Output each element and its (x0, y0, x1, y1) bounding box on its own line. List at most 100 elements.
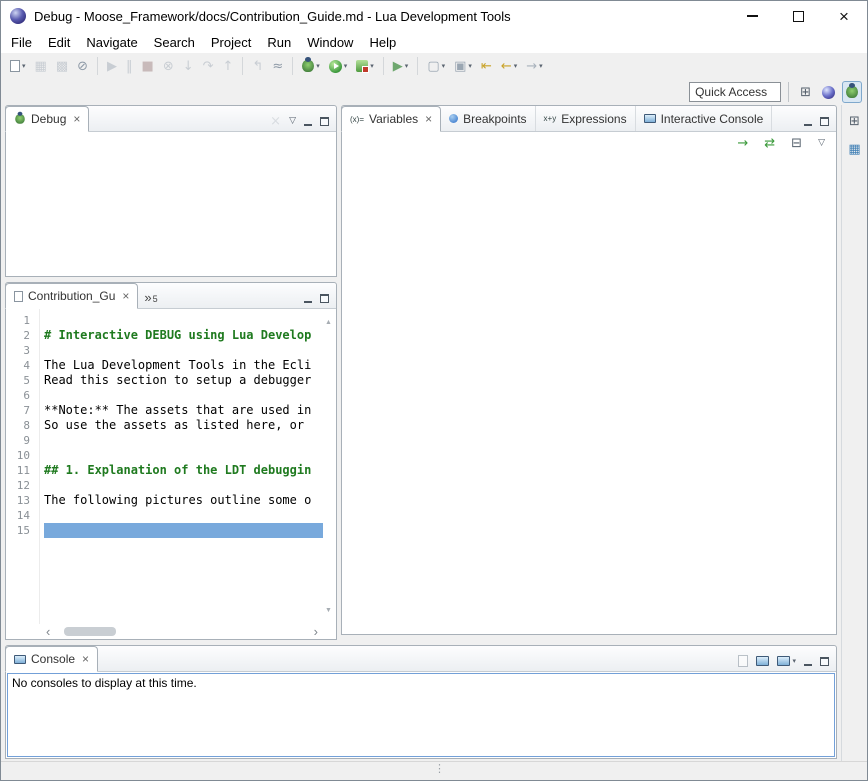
tab-variables[interactable]: (x)=Variables× (341, 106, 441, 132)
close-tab-icon[interactable]: × (73, 113, 80, 125)
expressions-icon: x+y (544, 114, 557, 123)
close-tab-icon[interactable]: × (425, 113, 432, 125)
save-button[interactable]: ▦ (31, 55, 51, 77)
editor-area[interactable]: 123456789101112131415 # Interactive DEBU… (6, 309, 336, 624)
minimize-view-icon (304, 124, 312, 126)
maximize-view-button[interactable] (816, 651, 833, 671)
code-line: The following pictures outline some o (44, 493, 323, 508)
use-step-filters-button[interactable]: ≈ (268, 55, 287, 77)
skip-all-breakpoints-button[interactable]: ⊘ (73, 55, 92, 77)
resume-icon: ▶ (107, 60, 117, 73)
scroll-down-icon[interactable]: ▼ (325, 607, 332, 614)
step-return-button[interactable]: ↑ (219, 55, 238, 77)
maximize-view-button[interactable] (816, 111, 833, 131)
display-selected-console-icon (756, 656, 769, 666)
open-console-button[interactable]: ▾ (773, 651, 800, 671)
menu-navigate[interactable]: Navigate (78, 33, 145, 52)
coverage-icon (356, 60, 368, 72)
search-button[interactable]: ▣▾ (450, 55, 476, 77)
drop-to-frame-icon: ↰ (252, 60, 263, 73)
scroll-up-icon[interactable]: ▲ (325, 319, 332, 326)
tab-breakpoints[interactable]: Breakpoints (441, 106, 535, 131)
dropdown-arrow-icon: ▾ (442, 62, 446, 70)
maximize-editor-button[interactable] (316, 288, 333, 308)
tab-label: Debug (31, 112, 66, 126)
scrollbar-thumb[interactable] (64, 627, 116, 636)
menu-run[interactable]: Run (259, 33, 299, 52)
minimize-editor-icon (304, 301, 312, 303)
view-menu-button[interactable]: ▽ (285, 111, 300, 131)
minimize-view-button[interactable] (800, 111, 816, 131)
external-tools-button[interactable]: ▶▾ (389, 55, 413, 77)
show-logical-structures-button[interactable]: ⇄ (761, 134, 778, 152)
menu-edit[interactable]: Edit (40, 33, 78, 52)
main-toolbar: ▾▦▩⊘▶‖■⊗↓↷↑↰≈▾▾▾▶▾▢▾▣▾⇤←▾→▾ (1, 53, 867, 79)
debug-perspective-button[interactable] (842, 81, 862, 103)
minimize-editor-button[interactable] (300, 288, 316, 308)
close-tab-icon[interactable]: × (122, 290, 129, 302)
maximize-view-button[interactable] (316, 111, 333, 131)
display-selected-console-button[interactable] (752, 651, 773, 671)
resume-button[interactable]: ▶ (103, 55, 121, 77)
quick-access-input[interactable] (689, 82, 781, 102)
vertical-scrollbar[interactable]: ▲ ▼ (323, 309, 336, 624)
console-view: Console × ▾ No consoles to display at th… (5, 645, 837, 759)
open-type-button[interactable]: ▢▾ (423, 55, 449, 77)
disconnect-button[interactable]: ⊗ (159, 55, 178, 77)
drop-to-frame-button[interactable]: ↰ (248, 55, 267, 77)
minimized-palette-button[interactable]: ▦ (844, 139, 864, 159)
view-menu-icon: ▽ (818, 139, 825, 148)
tab-console[interactable]: Console × (5, 646, 98, 672)
terminate-button[interactable]: ■ (138, 55, 158, 77)
scroll-right-icon[interactable]: › (310, 625, 322, 638)
menu-project[interactable]: Project (203, 33, 259, 52)
ldt-perspective-button[interactable] (818, 81, 839, 103)
scrollbar-track[interactable] (54, 626, 309, 637)
open-console-page-button[interactable] (734, 651, 752, 671)
tab-interactive-console[interactable]: Interactive Console (636, 106, 773, 131)
last-edit-location-icon: ⇤ (481, 60, 492, 73)
horizontal-scrollbar[interactable]: ‹ › (6, 624, 336, 639)
debug-perspective-icon (846, 86, 858, 98)
close-window-button[interactable]: × (821, 1, 867, 31)
show-type-names-button[interactable]: → (734, 134, 751, 152)
minimize-view-icon (804, 664, 812, 666)
remove-all-terminated-button[interactable]: × (266, 111, 285, 131)
back-button[interactable]: ←▾ (497, 55, 521, 77)
menu-search[interactable]: Search (146, 33, 203, 52)
suspend-button[interactable]: ‖ (122, 55, 137, 77)
debug-view-content[interactable] (6, 132, 336, 276)
menu-help[interactable]: Help (361, 33, 404, 52)
step-over-button[interactable]: ↷ (199, 55, 218, 77)
view-menu-button[interactable]: ▽ (815, 134, 828, 152)
restore-views-button[interactable]: ⊞ (845, 111, 864, 131)
sash-grip-icon[interactable]: ⋮ (434, 762, 445, 775)
save-all-button[interactable]: ▩ (52, 55, 72, 77)
minimize-view-button[interactable] (800, 651, 816, 671)
scroll-left-icon[interactable]: ‹ (42, 625, 54, 638)
suspend-icon: ‖ (126, 60, 133, 73)
search-icon: ▣ (454, 60, 466, 73)
run-button[interactable]: ▾ (325, 55, 352, 77)
maximize-window-button[interactable] (775, 1, 821, 31)
debug-button[interactable]: ▾ (298, 55, 324, 77)
collapse-all-button[interactable]: ⊟ (788, 134, 805, 152)
last-edit-location-button[interactable]: ⇤ (477, 55, 496, 77)
close-tab-icon[interactable]: × (82, 653, 89, 665)
save-all-icon: ▩ (56, 60, 68, 73)
coverage-button[interactable]: ▾ (352, 55, 378, 77)
editor-tab-overflow[interactable]: »5 (138, 291, 163, 308)
code-area[interactable]: # Interactive DEBUG using Lua DevelopThe… (40, 309, 323, 624)
tab-debug[interactable]: Debug × (5, 106, 89, 132)
menu-window[interactable]: Window (299, 33, 361, 52)
tab-expressions[interactable]: x+yExpressions (536, 106, 636, 131)
minimize-window-button[interactable] (729, 1, 775, 31)
open-perspective-button[interactable]: ⊞ (796, 81, 815, 103)
minimize-view-button[interactable] (300, 111, 316, 131)
forward-button[interactable]: →▾ (522, 55, 546, 77)
tab-contribution-guide[interactable]: Contribution_Gu × (5, 283, 138, 309)
step-into-button[interactable]: ↓ (179, 55, 198, 77)
menu-file[interactable]: File (3, 33, 40, 52)
run-icon (329, 60, 342, 73)
new-wizard-button[interactable]: ▾ (6, 55, 30, 77)
